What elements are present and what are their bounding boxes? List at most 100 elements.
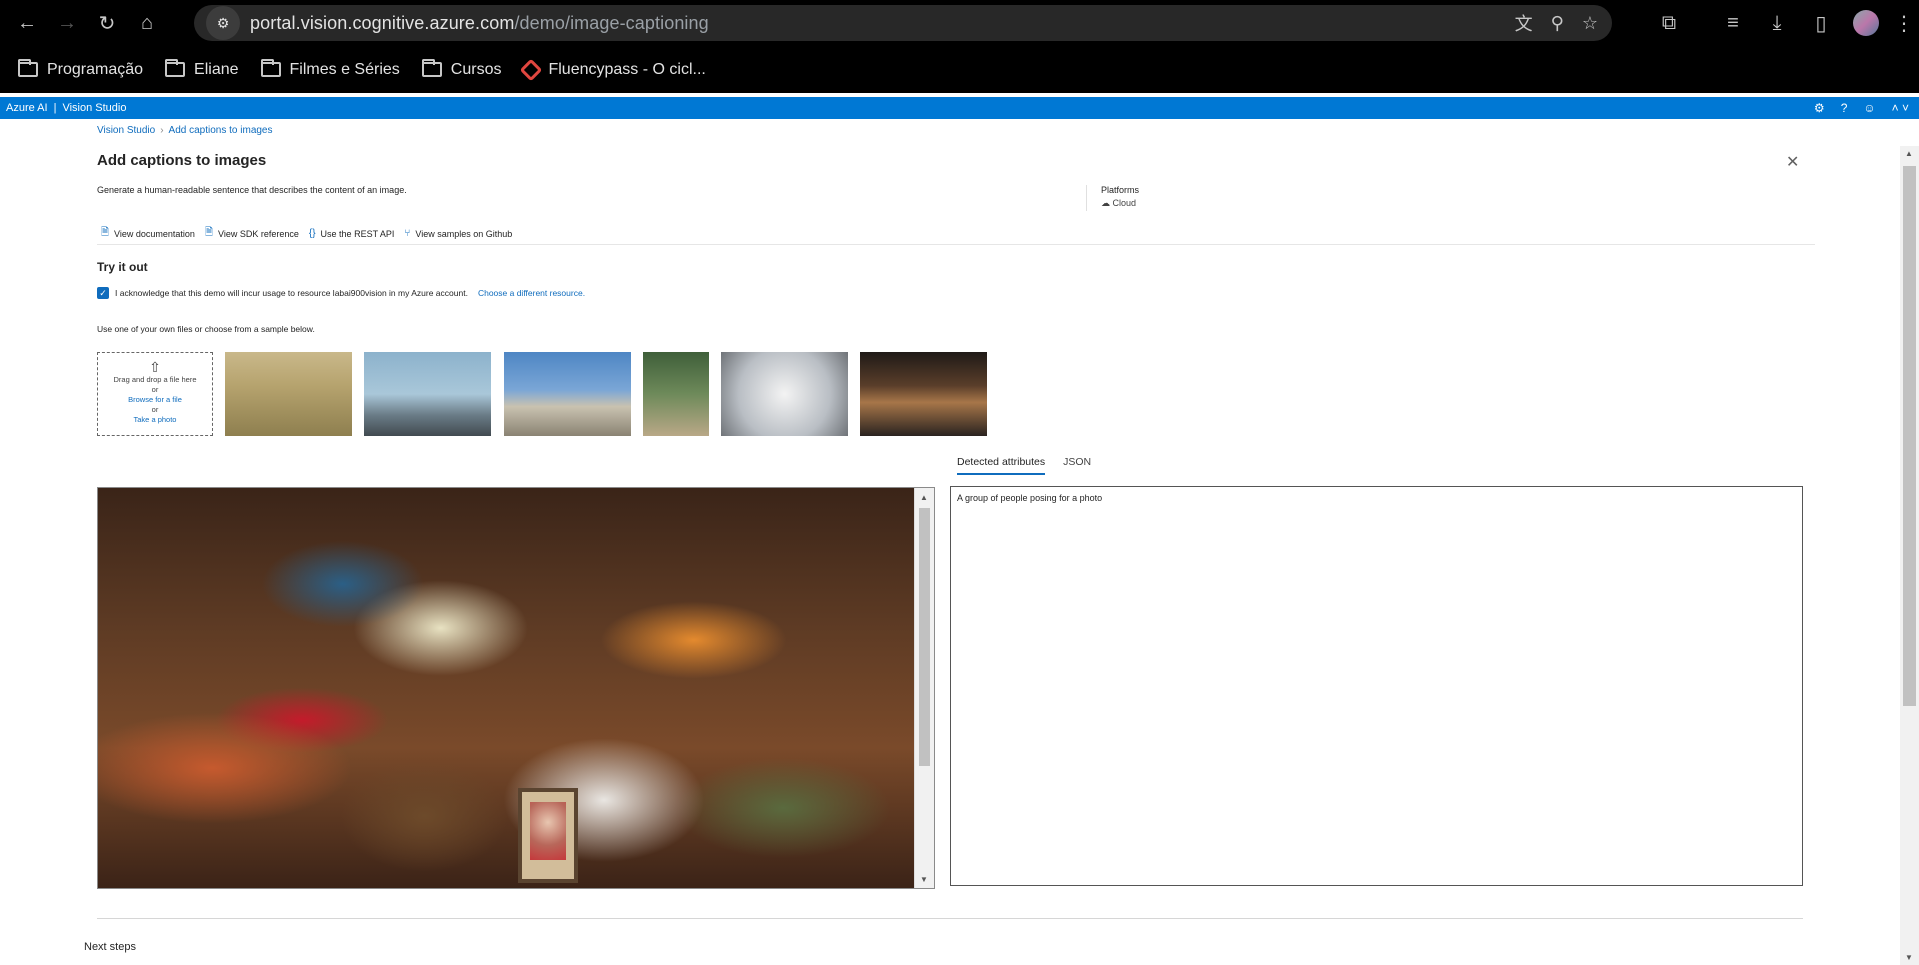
sample-image-sandwich[interactable] <box>860 352 987 436</box>
divider <box>97 918 1803 919</box>
main-content: Vision Studio › Add captions to images A… <box>0 119 1900 965</box>
selected-image <box>98 488 914 888</box>
document-icon: 🗎 <box>204 227 213 238</box>
fluencypass-icon <box>520 58 543 81</box>
settings-icon[interactable]: ⚙ <box>1814 101 1825 115</box>
breadcrumb: Vision Studio › Add captions to images <box>97 125 273 136</box>
use-rest-api-link[interactable]: {} Use the REST API <box>309 225 395 242</box>
take-photo-link[interactable]: Take a photo <box>98 415 212 425</box>
forward-icon[interactable]: → <box>47 3 87 43</box>
azure-header: Azure AI | Vision Studio ⚙ ? ☺ ˄ ˅ <box>0 97 1919 119</box>
link-label: View SDK reference <box>217 228 299 239</box>
tab-json[interactable]: JSON <box>1063 456 1091 475</box>
download-icon[interactable]: ⤓ <box>1755 3 1799 43</box>
caption-result-panel: A group of people posing for a photo <box>950 486 1803 886</box>
platforms-panel: Platforms ☁ Cloud <box>1086 185 1139 211</box>
dropzone-drag-text: Drag and drop a file here <box>113 375 197 384</box>
resource-links: 🗎 View documentation 🗎 View SDK reference … <box>101 225 512 242</box>
reload-icon[interactable]: ↻ <box>87 3 127 43</box>
back-icon[interactable]: ← <box>7 3 47 43</box>
url-path: /demo/image-captioning <box>514 12 709 33</box>
bookmark-star-icon[interactable]: ☆ <box>1582 13 1598 34</box>
platform-cloud: Cloud <box>1112 198 1137 208</box>
scroll-down-icon[interactable]: ▼ <box>920 875 928 884</box>
feedback-icon[interactable]: ☺ <box>1863 101 1875 115</box>
acknowledge-text: I acknowledge that this demo will incur … <box>115 288 468 298</box>
folder-icon <box>18 59 38 77</box>
use-files-hint: Use one of your own files or choose from… <box>97 324 315 334</box>
try-it-out-heading: Try it out <box>97 260 148 274</box>
bookmark-label: Eliane <box>194 60 239 78</box>
bookmark-fluencypass[interactable]: Fluencypass - O cicl... <box>520 58 706 81</box>
photo-frame <box>518 788 578 883</box>
platforms-label: Platforms <box>1101 185 1140 195</box>
zoom-icon[interactable]: ⚲ <box>1551 13 1564 34</box>
site-info-icon[interactable]: ⚙ <box>206 6 240 40</box>
bookmarks-bar: Programação Eliane Filmes e Séries Curso… <box>0 46 1919 93</box>
acknowledge-checkbox[interactable]: ✓ <box>97 287 109 299</box>
next-steps-heading: Next steps <box>84 941 136 953</box>
bookmark-programacao[interactable]: Programação <box>18 59 144 79</box>
extensions-icon[interactable]: ⧉ <box>1647 3 1691 43</box>
bookmark-filmes-e-series[interactable]: Filmes e Séries <box>260 59 400 79</box>
profile-avatar[interactable] <box>1853 10 1879 36</box>
link-label: View documentation <box>114 228 195 239</box>
close-icon[interactable]: ✕ <box>1786 152 1799 172</box>
cloud-upload-icon: ⇧ <box>149 359 161 375</box>
url-text[interactable]: portal.vision.cognitive.azure.com/demo/i… <box>250 13 709 34</box>
view-samples-github-link[interactable]: ⑂ View samples on Github <box>404 225 512 242</box>
bookmark-cursos[interactable]: Cursos <box>421 59 502 79</box>
help-icon[interactable]: ? <box>1841 101 1848 115</box>
caption-result-text: A group of people posing for a photo <box>957 493 1103 503</box>
dropzone-or: or <box>151 385 159 394</box>
breadcrumb-current[interactable]: Add captions to images <box>169 125 273 136</box>
bookmark-eliane[interactable]: Eliane <box>165 59 239 79</box>
scrollbar-thumb[interactable] <box>919 508 930 766</box>
branch-icon: ⑂ <box>404 228 411 239</box>
cloud-icon: ☁ <box>1101 198 1110 208</box>
bookmark-label: Cursos <box>450 60 502 78</box>
file-dropzone[interactable]: ⇧ Drag and drop a file here or Browse fo… <box>97 352 213 436</box>
folder-icon <box>260 59 281 77</box>
browser-toolbar: ← → ↻ ⌂ ⚙ portal.vision.cognitive.azure.… <box>0 0 1919 46</box>
scroll-down-icon[interactable]: ▼ <box>1905 953 1913 962</box>
dropzone-or: or <box>151 405 159 414</box>
sample-image-cows[interactable] <box>225 352 352 436</box>
page-description: Generate a human-readable sentence that … <box>97 185 407 195</box>
scrollbar-thumb[interactable] <box>1903 166 1916 706</box>
side-panel-icon[interactable]: ▯ <box>1799 3 1843 43</box>
chevron-right-icon: › <box>160 125 164 136</box>
acknowledge-row: ✓ I acknowledge that this demo will incu… <box>97 287 585 299</box>
header-separator: | <box>53 102 57 114</box>
sample-image-baseball[interactable] <box>643 352 709 436</box>
link-label: Use the REST API <box>320 228 395 239</box>
media-icon[interactable]: ≡ <box>1711 3 1755 43</box>
home-icon[interactable]: ⌂ <box>127 3 167 43</box>
scroll-up-icon[interactable]: ▲ <box>1905 149 1913 158</box>
choose-resource-link[interactable]: Choose a different resource. <box>478 288 585 298</box>
view-sdk-reference-link[interactable]: 🗎 View SDK reference <box>205 225 299 242</box>
bookmark-label: Filmes e Séries <box>289 60 400 78</box>
result-tabs: Detected attributes JSON <box>957 456 1091 475</box>
breadcrumb-home[interactable]: Vision Studio <box>97 125 155 136</box>
tab-detected-attributes[interactable]: Detected attributes <box>957 456 1046 475</box>
translate-icon[interactable]: 文 <box>1515 10 1533 36</box>
azure-brand[interactable]: Azure AI <box>6 102 48 114</box>
address-bar[interactable]: ⚙ portal.vision.cognitive.azure.com/demo… <box>194 5 1612 41</box>
account-menu-icon[interactable]: ˄ ˅ <box>1892 101 1909 115</box>
view-documentation-link[interactable]: 🗎 View documentation <box>101 225 195 242</box>
braces-icon: {} <box>308 228 316 239</box>
divider <box>97 244 1815 245</box>
sample-image-building[interactable] <box>504 352 631 436</box>
document-icon: 🗎 <box>101 227 110 238</box>
browse-file-link[interactable]: Browse for a file <box>98 395 212 405</box>
sample-image-surfer[interactable] <box>364 352 491 436</box>
menu-icon[interactable]: ⋮ <box>1889 3 1919 43</box>
page-title: Add captions to images <box>97 152 267 169</box>
sample-image-skateboarder[interactable] <box>721 352 848 436</box>
bookmark-label: Programação <box>47 60 144 78</box>
scroll-up-icon[interactable]: ▲ <box>920 493 928 502</box>
viewer-scrollbar[interactable]: ▲ ▼ <box>914 488 934 888</box>
vision-studio-link[interactable]: Vision Studio <box>62 102 126 114</box>
page-scrollbar[interactable]: ▲ ▼ <box>1900 146 1919 965</box>
